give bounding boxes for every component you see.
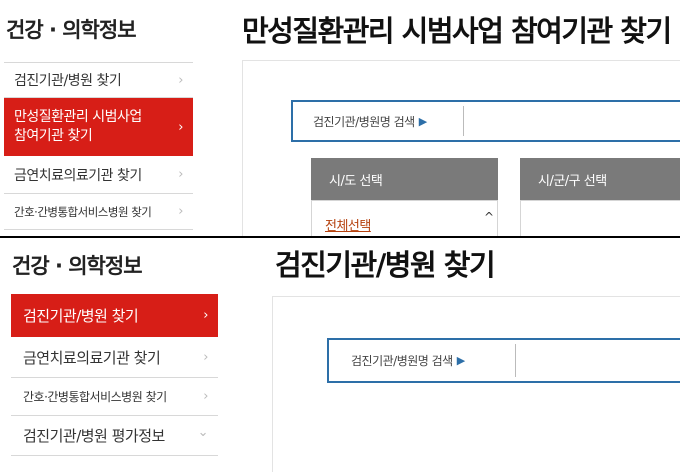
content-area xyxy=(272,296,680,472)
chevron-right-icon: › xyxy=(178,119,183,135)
chevron-right-icon: › xyxy=(178,167,183,182)
sidebar-item-label: 간호·간병통합서비스병원 찾기 xyxy=(23,390,167,404)
bottom-panel: 건강 · 의학정보 검진기관/병원 찾기 검진기관/병원 찾기 › 금연치료의료… xyxy=(0,236,680,472)
province-select-header: 시/도 선택 xyxy=(311,158,498,200)
hospital-search-bar[interactable]: 검진기관/병원명 검색 ▶ xyxy=(327,338,680,383)
sidebar-title: 건강 · 의학정보 xyxy=(6,18,137,42)
page-title: 검진기관/병원 찾기 xyxy=(275,248,496,282)
hospital-search-bar[interactable]: 검진기관/병원명 검색 ▶ xyxy=(291,100,680,142)
search-label: 검진기관/병원명 검색 xyxy=(351,354,453,368)
sidebar-item-label: 금연치료의료기관 찾기 xyxy=(23,348,161,367)
sidebar-item-label: 검진기관/병원 평가정보 xyxy=(23,427,165,445)
search-label: 검진기관/병원명 검색 xyxy=(313,114,415,129)
sidebar-menu: 검진기관/병원 찾기 › 금연치료의료기관 찾기 › 간호·간병통합서비스병원 … xyxy=(11,294,218,456)
sidebar-item-checkup-hospital[interactable]: 검진기관/병원 찾기 › xyxy=(4,62,193,98)
district-list[interactable] xyxy=(520,200,680,236)
sidebar-item-label: 검진기관/병원 찾기 xyxy=(23,307,139,325)
sidebar-item-label: 검진기관/병원 찾기 xyxy=(14,73,122,89)
search-divider xyxy=(463,106,464,136)
page-title: 만성질환관리 시범사업 참여기관 찾기 xyxy=(242,14,672,48)
sidebar-item-smoking-cessation[interactable]: 금연치료의료기관 찾기 › xyxy=(4,156,193,194)
sidebar-item-chronic-disease-pilot[interactable]: 만성질환관리 시범사업 참여기관 찾기 › xyxy=(4,98,193,156)
sidebar-item-label: 금연치료의료기관 찾기 xyxy=(14,167,142,184)
chevron-right-icon: › xyxy=(203,349,208,365)
chevron-down-icon: ⌄ xyxy=(197,425,209,440)
sidebar-item-label: 만성질환관리 시범사업 참여기관 찾기 xyxy=(14,109,142,144)
select-all-link[interactable]: 전체선택 xyxy=(325,215,371,234)
sidebar-menu: 검진기관/병원 찾기 › 만성질환관리 시범사업 참여기관 찾기 › 금연치료의… xyxy=(4,62,193,230)
sidebar-item-integrated-nursing[interactable]: 간호·간병통합서비스병원 찾기 › xyxy=(4,194,193,230)
chevron-right-icon: › xyxy=(178,72,183,88)
scroll-up-icon[interactable]: ^ xyxy=(484,210,494,224)
chevron-right-icon: › xyxy=(203,389,208,404)
search-divider xyxy=(515,344,516,377)
play-arrow-icon: ▶ xyxy=(456,354,466,367)
play-arrow-icon: ▶ xyxy=(418,114,428,128)
sidebar-item-checkup-hospital[interactable]: 검진기관/병원 찾기 › xyxy=(11,294,218,337)
chevron-right-icon: › xyxy=(203,308,208,323)
sidebar-item-hospital-evaluation[interactable]: 검진기관/병원 평가정보 ⌄ xyxy=(11,416,218,456)
top-panel: 건강 · 의학정보 만성질환관리 시범사업 참여기관 찾기 검진기관/병원 찾기… xyxy=(0,0,680,236)
sidebar-title: 건강 · 의학정보 xyxy=(12,254,143,278)
chevron-right-icon: › xyxy=(178,204,183,219)
sidebar-item-label: 간호·간병통합서비스병원 찾기 xyxy=(14,204,152,219)
sidebar-item-integrated-nursing[interactable]: 간호·간병통합서비스병원 찾기 › xyxy=(11,378,218,416)
district-select-header: 시/군/구 선택 xyxy=(520,158,680,200)
sidebar-item-smoking-cessation[interactable]: 금연치료의료기관 찾기 › xyxy=(11,337,218,378)
